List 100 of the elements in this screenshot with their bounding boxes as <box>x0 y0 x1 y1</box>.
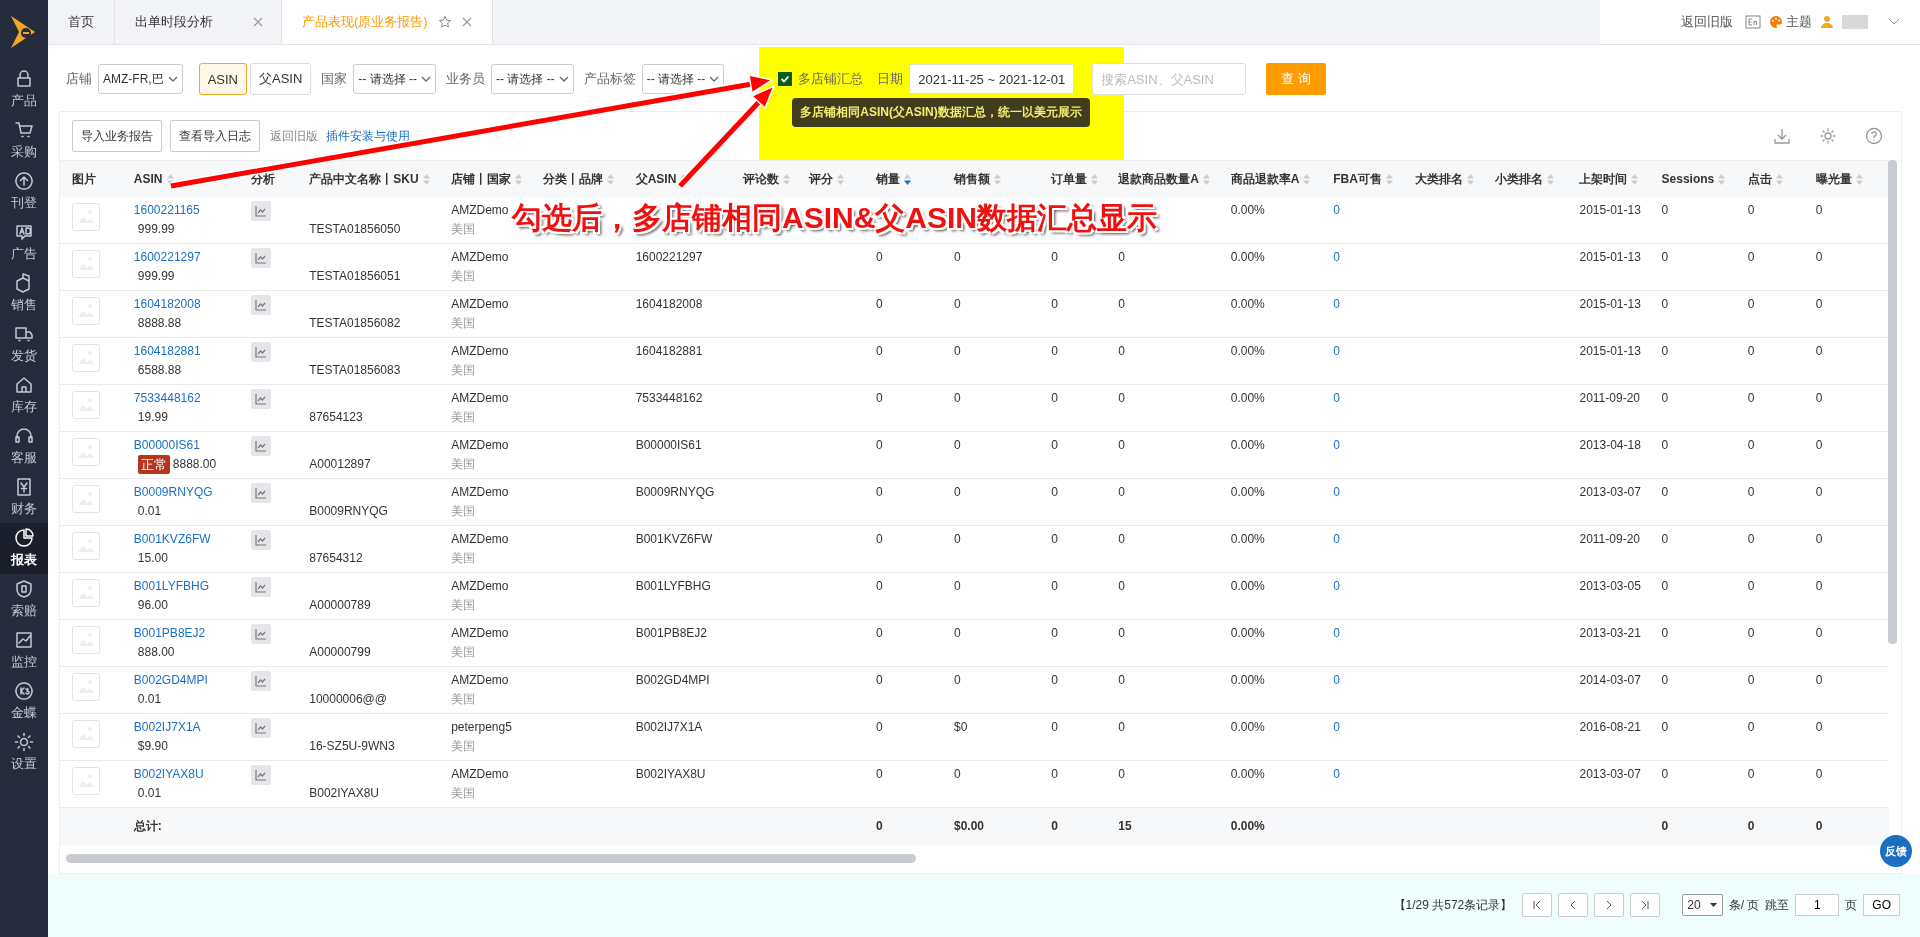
sidebar-item[interactable]: 报表 <box>0 523 48 574</box>
tag-select[interactable]: -- 请选择 -- <box>641 64 725 94</box>
column-header[interactable]: 小类排名 <box>1483 160 1568 197</box>
column-header[interactable]: 大类排名 <box>1403 160 1484 197</box>
last-page-button[interactable] <box>1630 893 1661 918</box>
asin-link[interactable]: 1600221297 <box>133 248 240 267</box>
plugin-link[interactable]: 插件安装与使用 <box>326 127 410 145</box>
fba-link[interactable]: 0 <box>1333 767 1340 781</box>
column-header[interactable]: Sessions <box>1649 160 1736 197</box>
sidebar-item[interactable]: 金蝶 <box>0 676 48 727</box>
asin-link[interactable]: B002IJ7X1A <box>133 718 240 737</box>
feedback-button[interactable]: 反馈 <box>1880 835 1912 867</box>
analysis-button[interactable] <box>251 765 272 785</box>
sidebar-item[interactable]: 发货 <box>0 319 48 370</box>
help-icon[interactable] <box>1865 127 1883 145</box>
fba-link[interactable]: 0 <box>1333 438 1340 452</box>
column-header[interactable]: 上架时间 <box>1567 160 1650 197</box>
column-header[interactable]: 点击 <box>1735 160 1804 197</box>
analysis-button[interactable] <box>251 718 272 738</box>
asin-link[interactable]: 1604182881 <box>133 342 240 361</box>
analysis-button[interactable] <box>251 295 272 315</box>
checkbox-label[interactable]: 多店铺汇总 <box>798 70 864 88</box>
download-icon[interactable] <box>1773 127 1791 145</box>
checkbox[interactable] <box>778 72 793 86</box>
toolbar-button[interactable]: 导入业务报告 <box>72 120 162 152</box>
column-header[interactable]: 销售额 <box>942 160 1040 197</box>
star-icon[interactable] <box>437 15 452 29</box>
fba-link[interactable]: 0 <box>1333 485 1340 499</box>
column-header[interactable]: 销量 <box>863 160 942 197</box>
column-header[interactable]: 曝光量 <box>1803 160 1889 197</box>
asin-link[interactable]: 1604182008 <box>133 295 240 314</box>
back-link[interactable]: 返回旧版 <box>1681 13 1733 31</box>
page-size-select[interactable]: 20 <box>1682 894 1723 917</box>
column-header[interactable]: 图片 <box>60 160 122 197</box>
column-header[interactable]: 订单量 <box>1039 160 1107 197</box>
column-header[interactable]: 父ASIN <box>623 160 732 197</box>
column-header[interactable]: 产品中文名称丨SKU <box>297 160 440 197</box>
sidebar-item[interactable]: 采购 <box>0 115 48 166</box>
close-icon[interactable] <box>253 17 263 27</box>
asin-link[interactable]: B001PB8EJ2 <box>133 624 240 643</box>
asin-link[interactable]: B002GD4MPI <box>133 671 240 690</box>
store-select[interactable]: AMZ-FR,巴 <box>98 64 183 94</box>
sidebar-item[interactable]: 监控 <box>0 625 48 676</box>
sidebar-item[interactable]: 设置 <box>0 727 48 778</box>
fba-link[interactable]: 0 <box>1333 250 1340 264</box>
close-icon[interactable] <box>461 17 472 27</box>
sidebar-item[interactable]: 索赔 <box>0 574 48 625</box>
salesperson-select[interactable]: -- 请选择 -- <box>491 64 574 94</box>
fba-link[interactable]: 0 <box>1333 344 1340 358</box>
asin-link[interactable]: B001KVZ6FW <box>133 530 240 549</box>
analysis-button[interactable] <box>251 342 272 362</box>
horizontal-scrollbar[interactable] <box>66 853 916 863</box>
fba-link[interactable]: 0 <box>1333 673 1340 687</box>
fba-link[interactable]: 0 <box>1333 203 1340 217</box>
asin-link[interactable]: B00000IS61 <box>133 436 240 455</box>
analysis-button[interactable] <box>251 483 272 503</box>
date-range-field[interactable]: 2021-11-25 ~ 2021-12-01 <box>909 64 1075 94</box>
analysis-button[interactable] <box>251 201 272 221</box>
search-field[interactable]: 搜索ASIN、父ASIN <box>1092 63 1247 95</box>
fba-link[interactable]: 0 <box>1333 532 1340 546</box>
theme-button[interactable]: 主题 <box>1769 13 1812 31</box>
column-header[interactable]: 分类丨品牌 <box>531 160 624 197</box>
sidebar-item[interactable]: 销售 <box>0 268 48 319</box>
column-header[interactable]: 退款商品数量A <box>1106 160 1219 197</box>
country-select[interactable]: -- 请选择 -- <box>353 64 436 94</box>
analysis-button[interactable] <box>251 624 272 644</box>
asin-link[interactable]: B0009RNYQG <box>133 483 240 502</box>
analysis-button[interactable] <box>251 436 272 456</box>
analysis-button[interactable] <box>251 248 272 268</box>
page-input[interactable]: 1 <box>1795 894 1840 917</box>
language-icon[interactable] <box>1745 14 1761 30</box>
analysis-button[interactable] <box>251 389 272 409</box>
back-link[interactable]: 返回旧版 <box>270 127 318 145</box>
column-header[interactable]: 评论数 <box>731 160 797 197</box>
analysis-button[interactable] <box>251 577 272 597</box>
go-button[interactable]: GO <box>1863 894 1900 917</box>
column-header[interactable]: 店铺丨国家 <box>439 160 532 197</box>
mode-toggle-button[interactable]: ASIN <box>198 63 247 95</box>
user-icon[interactable] <box>1820 15 1834 29</box>
settings-icon[interactable] <box>1819 127 1837 145</box>
sidebar-item[interactable]: 产品 <box>0 64 48 115</box>
analysis-button[interactable] <box>251 671 272 691</box>
mode-toggle-button[interactable]: 父ASIN <box>250 63 312 95</box>
sidebar-item[interactable]: 广告 <box>0 217 48 268</box>
analysis-button[interactable] <box>251 530 272 550</box>
first-page-button[interactable] <box>1522 893 1553 918</box>
fba-link[interactable]: 0 <box>1333 626 1340 640</box>
asin-link[interactable]: 1600221165 <box>133 201 240 220</box>
fba-link[interactable]: 0 <box>1333 297 1340 311</box>
sidebar-item[interactable]: 刊登 <box>0 166 48 217</box>
fba-link[interactable]: 0 <box>1333 391 1340 405</box>
toolbar-button[interactable]: 查看导入日志 <box>170 120 260 152</box>
fba-link[interactable]: 0 <box>1333 579 1340 593</box>
fba-link[interactable]: 0 <box>1333 720 1340 734</box>
sidebar-item[interactable]: 客服 <box>0 421 48 472</box>
column-header[interactable]: 评分 <box>797 160 864 197</box>
asin-link[interactable]: B001LYFBHG <box>133 577 240 596</box>
vertical-scrollbar[interactable] <box>1888 160 1897 644</box>
sidebar-item[interactable]: 财务 <box>0 472 48 523</box>
asin-link[interactable]: 7533448162 <box>133 389 240 408</box>
